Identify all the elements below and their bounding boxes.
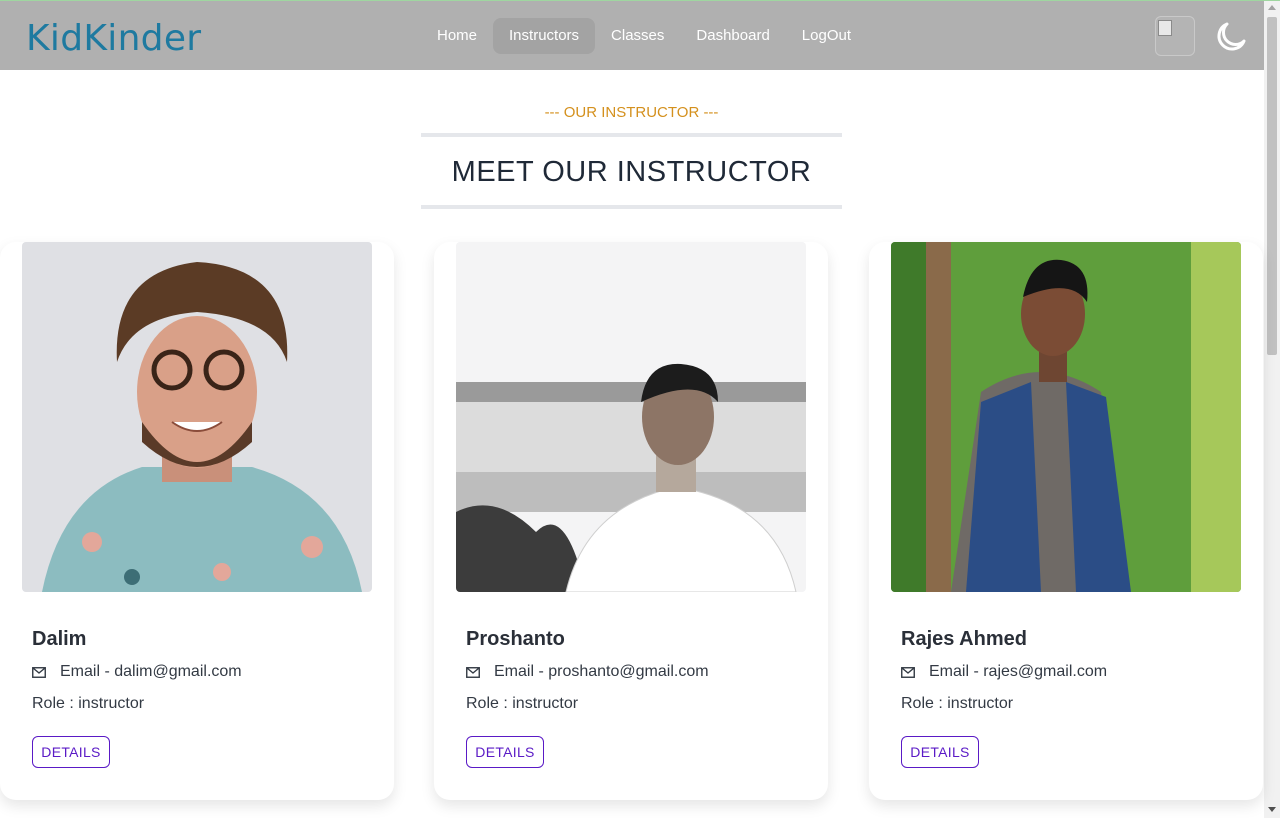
instructor-email: Email - proshanto@gmail.com xyxy=(466,663,709,681)
email-text: Email - dalim@gmail.com xyxy=(60,663,242,680)
main-nav: Home Instructors Classes Dashboard LogOu… xyxy=(421,18,867,54)
scrollbar-thumb[interactable] xyxy=(1267,17,1277,355)
section-subtitle: --- OUR INSTRUCTOR --- xyxy=(544,104,719,121)
instructor-role: Role : instructor xyxy=(466,695,579,712)
vertical-scrollbar[interactable] xyxy=(1264,1,1280,818)
instructor-photo xyxy=(891,242,1241,592)
instructor-photo xyxy=(22,242,372,592)
scroll-up-icon[interactable] xyxy=(1268,5,1276,10)
divider xyxy=(421,205,842,209)
brand-logo[interactable]: KidKinder xyxy=(26,18,201,59)
moon-icon[interactable] xyxy=(1213,19,1249,55)
instructor-name: Rajes Ahmed xyxy=(901,628,1027,650)
details-button[interactable]: DETAILS xyxy=(466,736,544,768)
email-text: Email - rajes@gmail.com xyxy=(929,663,1108,680)
instructor-photo xyxy=(456,242,806,592)
mail-icon xyxy=(466,666,480,678)
divider xyxy=(421,133,842,137)
instructor-email: Email - dalim@gmail.com xyxy=(32,663,242,681)
nav-instructors[interactable]: Instructors xyxy=(493,18,596,54)
instructor-email: Email - rajes@gmail.com xyxy=(901,663,1107,681)
instructor-name: Proshanto xyxy=(466,628,565,650)
nav-classes[interactable]: Classes xyxy=(595,18,680,54)
user-avatar[interactable] xyxy=(1155,16,1195,56)
details-button[interactable]: DETAILS xyxy=(901,736,979,768)
email-text: Email - proshanto@gmail.com xyxy=(494,663,709,680)
broken-image-icon xyxy=(1158,20,1172,36)
navbar: KidKinder Home Instructors Classes Dashb… xyxy=(0,1,1264,70)
instructor-role: Role : instructor xyxy=(32,695,145,712)
instructor-role: Role : instructor xyxy=(901,695,1014,712)
nav-dashboard[interactable]: Dashboard xyxy=(680,18,785,54)
mail-icon xyxy=(901,666,915,678)
instructor-name: Dalim xyxy=(32,628,87,650)
details-button[interactable]: DETAILS xyxy=(32,736,110,768)
nav-logout[interactable]: LogOut xyxy=(786,18,867,54)
scroll-down-icon[interactable] xyxy=(1268,807,1276,812)
mail-icon xyxy=(32,666,46,678)
section-title: MEET OUR INSTRUCTOR xyxy=(451,156,812,188)
nav-home[interactable]: Home xyxy=(421,18,493,54)
